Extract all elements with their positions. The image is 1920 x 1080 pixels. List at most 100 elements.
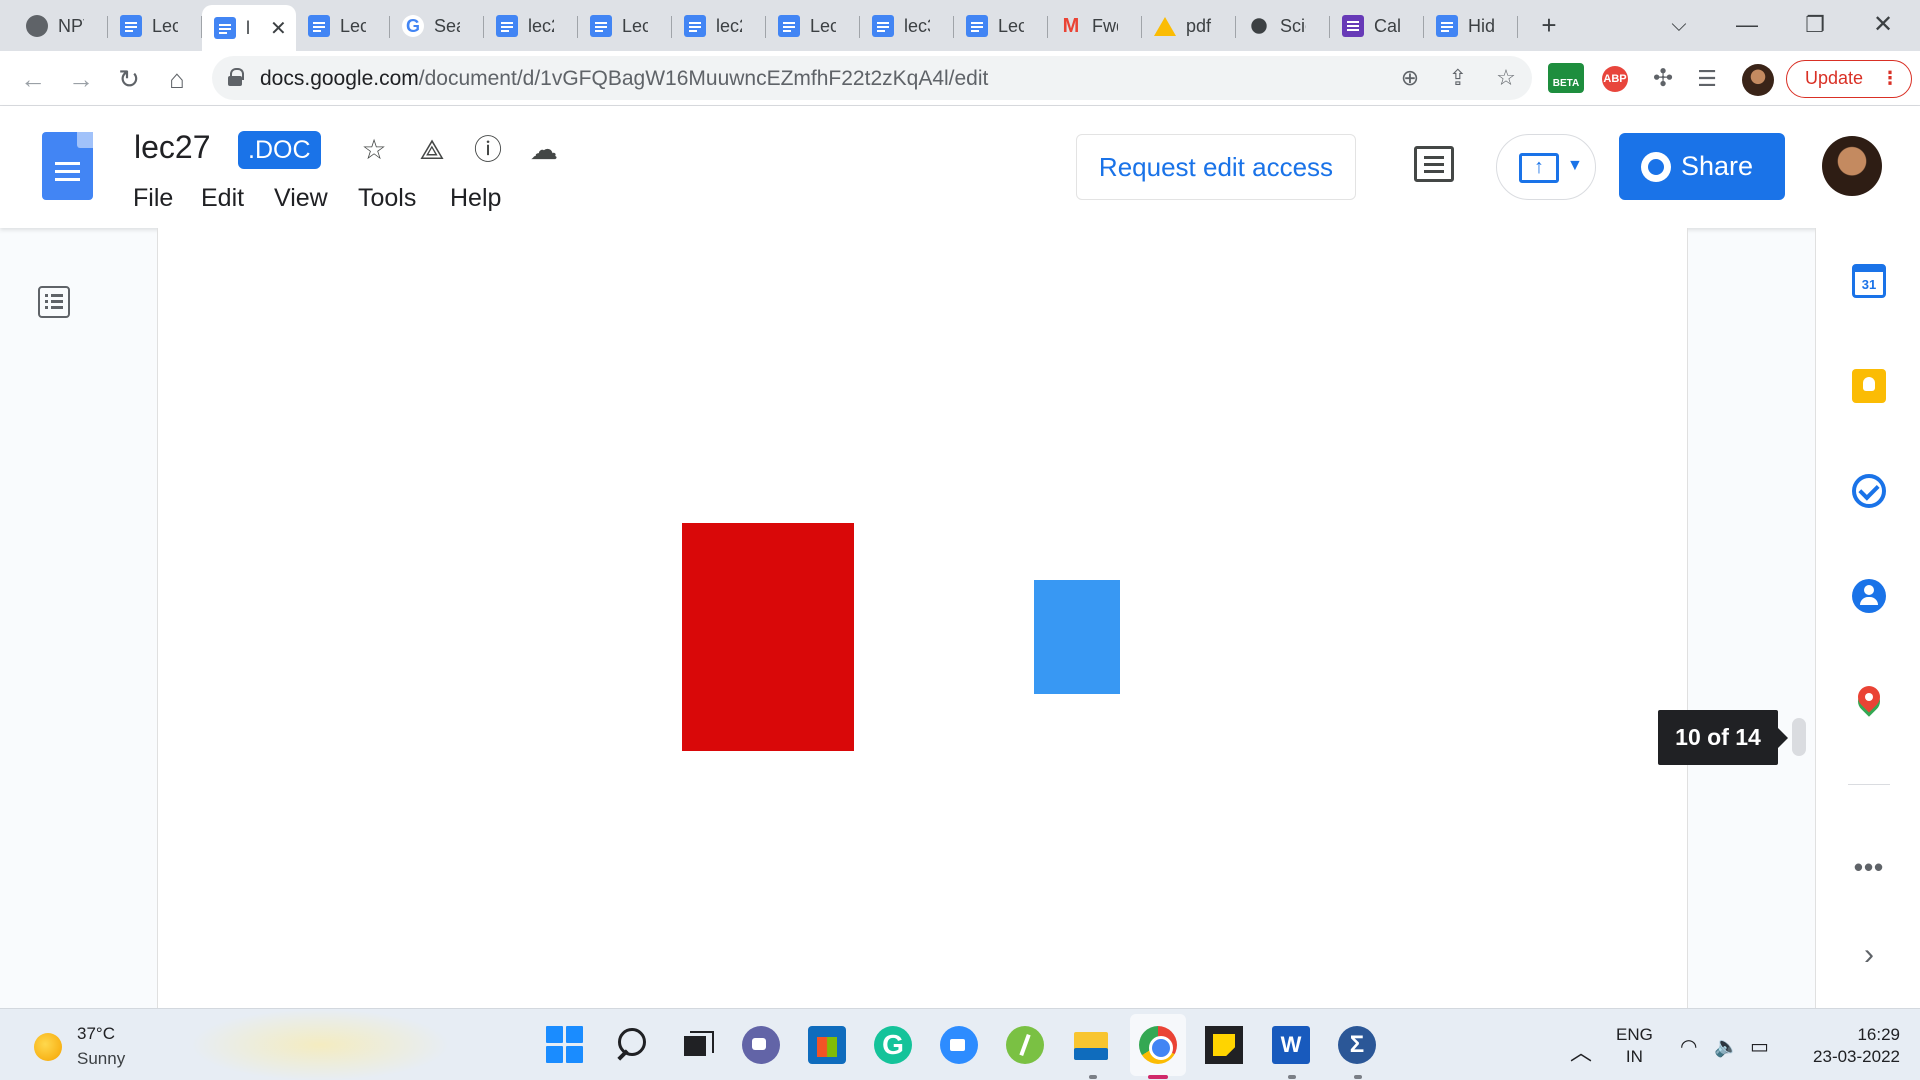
- url-path: /document/d/1vGFQBagW16MuuwncEZmfhF22t2z…: [418, 67, 989, 90]
- menu-view[interactable]: View: [274, 184, 328, 213]
- forward-arrow-icon[interactable]: →: [64, 62, 98, 96]
- tab-title: lec3: [904, 15, 930, 36]
- document-outline-icon[interactable]: [38, 286, 70, 318]
- browser-tab[interactable]: Lec2: [296, 6, 390, 46]
- file-explorer-icon[interactable]: [1072, 1026, 1110, 1064]
- microsoft-store-icon[interactable]: [808, 1026, 846, 1064]
- bookmark-star-icon[interactable]: ☆: [1492, 64, 1520, 92]
- reload-icon[interactable]: ↻: [112, 62, 146, 96]
- browser-tab[interactable]: Lec2: [578, 6, 672, 46]
- profile-avatar[interactable]: [1742, 64, 1774, 96]
- document-title[interactable]: lec27: [134, 129, 211, 166]
- share-button[interactable]: Share: [1619, 133, 1785, 200]
- back-arrow-icon[interactable]: ←: [16, 62, 50, 96]
- word-icon[interactable]: W: [1272, 1026, 1310, 1064]
- menu-edit[interactable]: Edit: [201, 184, 244, 213]
- browser-tab[interactable]: Lec2: [766, 6, 860, 46]
- pen-app-icon[interactable]: [1006, 1026, 1044, 1064]
- browser-tab[interactable]: M Fwd: [1048, 6, 1142, 46]
- keep-icon[interactable]: [1852, 369, 1886, 403]
- docs-icon: [778, 15, 800, 37]
- menu-help[interactable]: Help: [450, 184, 501, 213]
- globe-icon: [26, 15, 48, 37]
- system-clock[interactable]: 16:29 23-03-2022: [1790, 1024, 1900, 1068]
- adblock-extension-icon[interactable]: ABP: [1602, 66, 1628, 92]
- volume-icon[interactable]: 🔈: [1714, 1034, 1739, 1059]
- extensions-puzzle-icon[interactable]: ✣: [1646, 63, 1680, 95]
- taskbar-search-icon[interactable]: [612, 1026, 650, 1064]
- weather-condition[interactable]: Sunny: [77, 1049, 125, 1069]
- language-indicator[interactable]: ENG IN: [1616, 1024, 1653, 1068]
- browser-tab[interactable]: Hid: [1424, 6, 1518, 46]
- beta-extension-icon[interactable]: BETA: [1548, 63, 1584, 93]
- teams-chat-icon[interactable]: [742, 1026, 780, 1064]
- close-tab-icon[interactable]: ✕: [270, 16, 287, 41]
- scrollbar-thumb[interactable]: [1792, 718, 1806, 756]
- menu-file[interactable]: File: [133, 184, 173, 213]
- tasks-icon[interactable]: [1852, 474, 1886, 508]
- browser-tab[interactable]: Lec2: [108, 6, 202, 46]
- browser-tab[interactable]: Call: [1330, 6, 1424, 46]
- present-button[interactable]: ↑ ▼: [1496, 134, 1596, 200]
- browser-tab[interactable]: Lec3: [954, 6, 1048, 46]
- share-page-icon[interactable]: ⇪: [1444, 64, 1472, 92]
- side-panel: [1815, 228, 1920, 1008]
- chevron-right-icon[interactable]: ›: [1852, 938, 1886, 972]
- docs-icon: [120, 15, 142, 37]
- browser-tab[interactable]: Scie: [1236, 6, 1330, 46]
- forms-icon: [1342, 15, 1364, 37]
- sun-icon[interactable]: [34, 1033, 62, 1061]
- sticky-notes-icon[interactable]: [1205, 1026, 1243, 1064]
- tray-chevron-up-icon[interactable]: ︿: [1570, 1035, 1592, 1067]
- url-text[interactable]: docs.google.com/document/d/1vGFQBagW16Mu…: [260, 67, 988, 91]
- zoom-app-icon[interactable]: [940, 1026, 978, 1064]
- math-app-icon[interactable]: Σ: [1338, 1026, 1376, 1064]
- tab-title: l: [246, 17, 250, 38]
- lock-icon[interactable]: [228, 68, 244, 86]
- calendar-icon[interactable]: 31: [1852, 264, 1886, 298]
- weather-temperature[interactable]: 37°C: [77, 1024, 115, 1044]
- docs-icon: [872, 15, 894, 37]
- browser-tab[interactable]: lec3: [860, 6, 954, 46]
- home-icon[interactable]: ⌂: [160, 62, 194, 96]
- close-window-button[interactable]: ✕: [1866, 10, 1900, 40]
- windows-start-icon[interactable]: [546, 1026, 584, 1064]
- tab-title: Sear: [434, 15, 460, 36]
- docs-logo-icon[interactable]: [42, 132, 93, 200]
- browser-tab[interactable]: NPT: [14, 6, 108, 46]
- browser-tab[interactable]: lec2: [672, 6, 766, 46]
- update-button[interactable]: Update ⋮: [1786, 60, 1912, 98]
- more-addons-icon[interactable]: •••: [1848, 852, 1890, 883]
- address-bar[interactable]: docs.google.com/document/d/1vGFQBagW16Mu…: [212, 56, 1532, 100]
- browser-tab[interactable]: lec2: [484, 6, 578, 46]
- tab-title: Lec2: [152, 15, 178, 36]
- info-icon[interactable]: ⓘ: [470, 132, 506, 168]
- new-tab-button[interactable]: +: [1532, 10, 1566, 40]
- reading-list-icon[interactable]: ☰: [1690, 63, 1724, 95]
- share-label: Share: [1681, 151, 1754, 181]
- maps-icon[interactable]: [1852, 684, 1886, 718]
- menu-tools[interactable]: Tools: [358, 184, 416, 213]
- zoom-icon[interactable]: ⊕: [1396, 64, 1424, 92]
- drive-icon: [1154, 16, 1176, 36]
- docs-icon: [684, 15, 706, 37]
- browser-tab-active[interactable]: l ✕: [202, 5, 296, 51]
- tab-search-chevron-icon[interactable]: ⌵: [1662, 10, 1696, 40]
- chrome-icon[interactable]: [1139, 1026, 1177, 1064]
- browser-tab[interactable]: G Sear: [390, 6, 484, 46]
- task-view-icon[interactable]: [678, 1026, 716, 1064]
- account-avatar[interactable]: [1822, 136, 1882, 196]
- battery-icon[interactable]: ▭: [1750, 1034, 1769, 1059]
- restore-window-button[interactable]: ❐: [1798, 10, 1832, 40]
- grammarly-icon[interactable]: G: [874, 1026, 912, 1064]
- comment-history-icon[interactable]: [1414, 146, 1454, 182]
- wifi-icon[interactable]: ◠: [1680, 1034, 1697, 1059]
- cloud-status-icon[interactable]: ☁: [526, 132, 562, 168]
- request-edit-access-button[interactable]: Request edit access: [1076, 134, 1356, 200]
- browser-tab[interactable]: pdf: [1142, 6, 1236, 46]
- star-icon[interactable]: ☆: [356, 132, 392, 168]
- minimize-window-button[interactable]: —: [1730, 10, 1764, 40]
- contacts-icon[interactable]: [1852, 579, 1886, 613]
- move-to-drive-icon[interactable]: ⟁: [414, 132, 450, 168]
- docs-icon: [1436, 15, 1458, 37]
